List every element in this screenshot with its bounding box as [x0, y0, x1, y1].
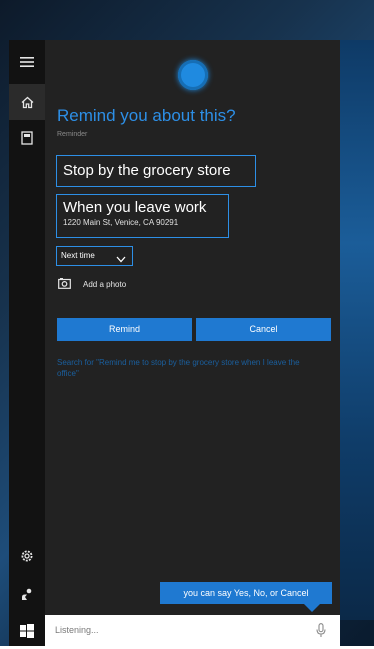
location-address: 1220 Main St, Venice, CA 90291: [63, 218, 179, 227]
hamburger-menu-icon[interactable]: [9, 44, 45, 80]
notebook-icon[interactable]: [9, 120, 45, 156]
feedback-icon[interactable]: [9, 576, 45, 612]
search-status-text: Listening...: [55, 625, 99, 635]
settings-gear-icon[interactable]: [9, 538, 45, 574]
cancel-button[interactable]: Cancel: [196, 318, 331, 341]
home-icon[interactable]: [9, 84, 45, 120]
add-photo-button[interactable]: Add a photo: [58, 276, 126, 292]
chevron-down-icon: [116, 252, 126, 270]
location-title: When you leave work: [63, 199, 207, 216]
reminder-question-title: Remind you about this?: [57, 106, 236, 125]
microphone-icon[interactable]: [316, 623, 326, 643]
timing-dropdown-value: Next time: [61, 251, 95, 260]
speech-hint-bubble: you can say Yes, No, or Cancel: [160, 582, 332, 604]
timing-dropdown[interactable]: Next time: [56, 246, 133, 266]
remind-button[interactable]: Remind: [57, 318, 192, 341]
reminder-section-label: Reminder: [57, 131, 88, 138]
sidebar-rail: [9, 40, 45, 646]
camera-icon: [58, 277, 71, 291]
cortana-search-bar[interactable]: Listening...: [45, 615, 340, 646]
desktop-wallpaper-glow: [334, 40, 374, 620]
search-suggestion-link[interactable]: Search for "Remind me to stop by the gro…: [57, 357, 307, 379]
speech-bubble-tail: [304, 604, 320, 612]
add-photo-label: Add a photo: [83, 279, 127, 289]
location-trigger-field[interactable]: When you leave work 1220 Main St, Venice…: [56, 194, 229, 238]
reminder-text-field[interactable]: Stop by the grocery store: [56, 155, 256, 187]
windows-start-icon[interactable]: [9, 613, 45, 649]
cortana-logo-icon: [178, 60, 208, 90]
